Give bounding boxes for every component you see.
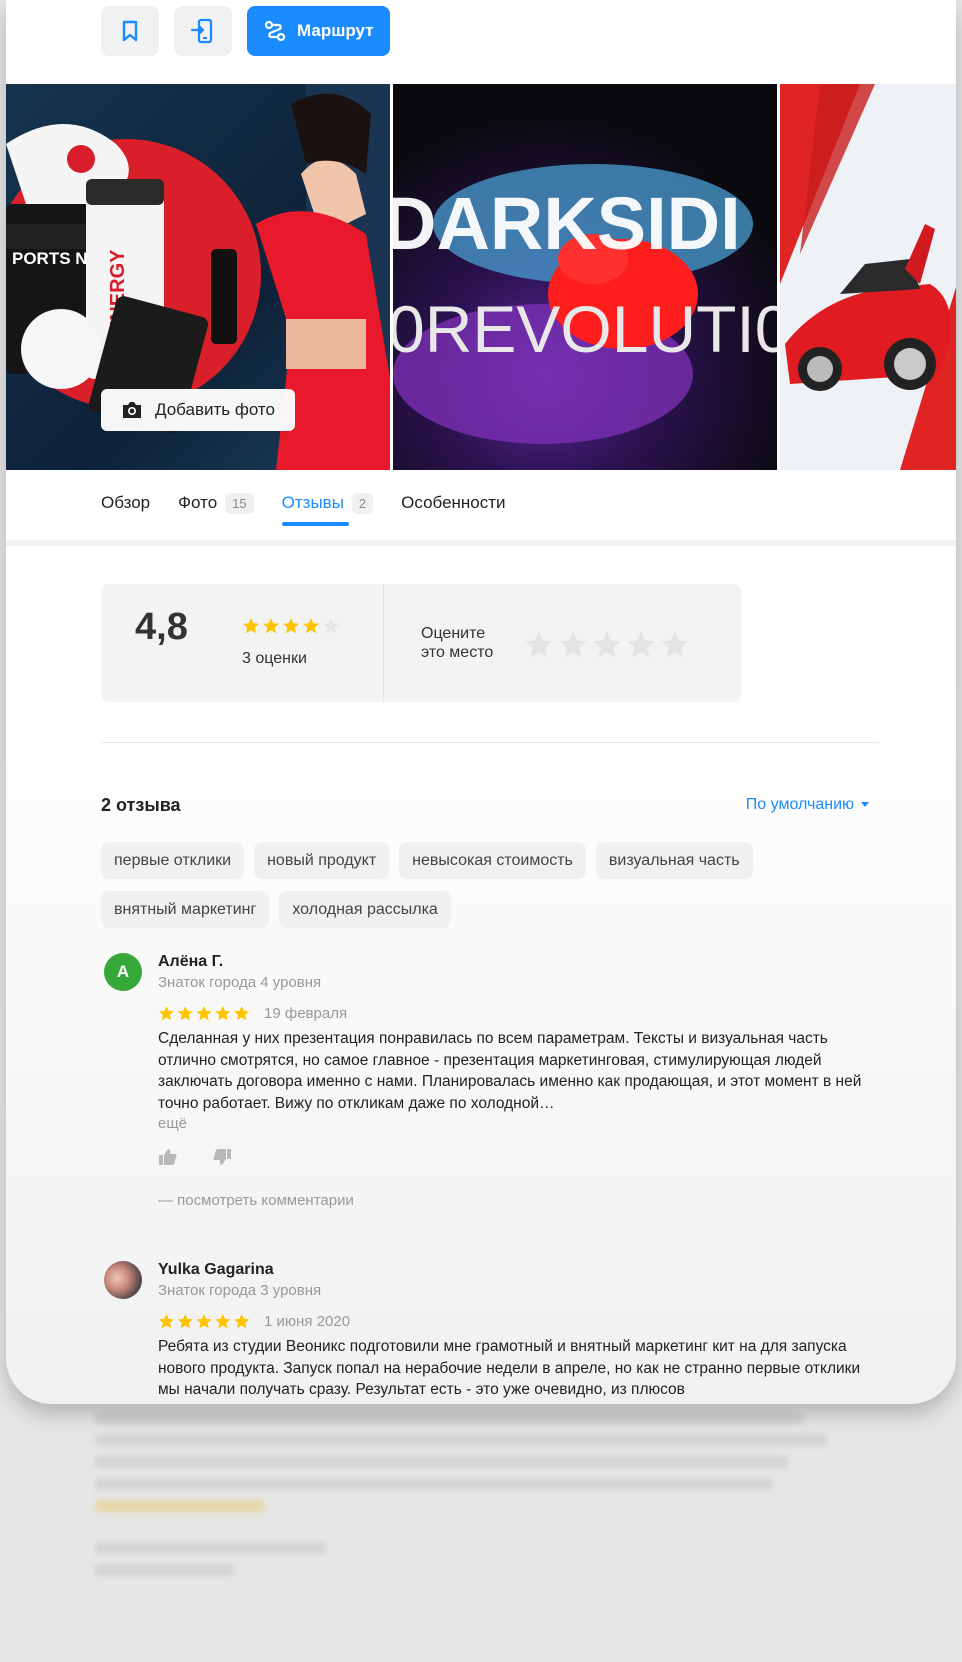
rate-prompt-line2: это место [421,644,494,661]
rate-prompt: Оцените это место [421,624,521,662]
tabs-bar: Обзор Фото 15 Отзывы 2 Особенности [101,478,506,528]
car-illustration [779,84,956,470]
action-toolbar: Маршрут [101,6,390,56]
photo-gallery[interactable]: PORTS NUTRITI ENERGY Добавить фото DARKS… [6,84,956,470]
route-button[interactable]: Маршрут [247,6,390,56]
tab-overview[interactable]: Обзор [101,478,150,528]
add-photo-button[interactable]: Добавить фото [101,389,295,431]
review-date: 19 февраля [264,1005,348,1022]
review-body: Алёна Г. Знаток города 4 уровня 19 февра… [158,953,868,1209]
blurred-line [95,1500,265,1512]
review-date: 1 июня 2020 [264,1313,351,1330]
thumbs-up-icon[interactable] [158,1148,178,1166]
rate-star-5-icon[interactable] [660,630,690,660]
photo-text-darkside: DARKSIDI [393,182,741,265]
tag-chip[interactable]: визуальная часть [595,842,753,879]
tab-photos[interactable]: Фото 15 [178,478,254,528]
rate-place: Оцените это место [384,584,741,702]
place-card: Маршрут PORTS NUTRITI ENERGY Добавить фо… [6,0,956,1404]
rate-star-4-icon[interactable] [626,630,656,660]
tab-label: Фото [178,493,218,512]
rate-star-2-icon[interactable] [558,630,588,660]
tag-chip[interactable]: первые отклики [101,842,245,879]
bookmark-button[interactable] [101,6,159,56]
avatar[interactable]: А [104,953,142,991]
reviewer-level: Знаток города 4 уровня [158,974,322,991]
reviewer-name[interactable]: Yulka Gagarina [158,1261,868,1279]
tag-chip[interactable]: новый продукт [254,842,390,879]
reviewer-level: Знаток города 3 уровня [158,1282,322,1299]
blurred-line [95,1542,326,1554]
tab-count: 2 [351,492,374,514]
tab-count: 15 [225,492,254,514]
blurred-line [95,1412,804,1424]
blurred-line [95,1456,788,1468]
review-reactions [158,1148,868,1166]
view-comments-link[interactable]: — посмотреть комментарии [158,1192,868,1209]
review-body: Yulka Gagarina Знаток города 3 уровня 1 … [158,1261,868,1401]
camera-icon [123,402,141,418]
rating-summary: 4,8 3 оценки Оцените это место [101,584,741,702]
tag-chip[interactable]: холодная рассылка [279,891,451,928]
review-meta: 1 июня 2020 [158,1313,868,1330]
sort-dropdown[interactable]: По умолчанию [746,796,870,814]
read-more-link[interactable]: ещё [158,1115,868,1132]
rating-value: 4,8 [135,606,188,648]
review-meta: 19 февраля [158,1005,868,1022]
rate-star-1-icon[interactable] [524,630,554,660]
blurred-line [95,1564,234,1576]
blurred-line [95,1434,827,1446]
sort-label: По умолчанию [745,796,854,813]
tag-chip[interactable]: внятный маркетинг [101,891,270,928]
review-stars-icon [158,1313,250,1329]
route-button-label: Маршрут [297,21,374,40]
darkside-illustration: DARKSIDI 0REVOLUTI0 [392,164,777,444]
tab-label: Отзывы [281,493,344,512]
rate-stars[interactable] [524,630,690,660]
rating-count: 3 оценки [242,650,307,667]
tab-label: Обзор [101,493,151,512]
thumbs-down-icon[interactable] [212,1148,232,1166]
blurred-line [95,1478,773,1490]
tab-reviews[interactable]: Отзывы 2 [281,478,374,528]
tab-label: Особенности [401,493,506,512]
tag-chip[interactable]: невысокая стоимость [399,842,586,879]
avatar[interactable] [104,1261,142,1299]
tabs-divider [6,540,956,546]
bookmark-icon [122,20,138,42]
send-to-phone-button[interactable] [174,6,232,56]
rating-stars [242,617,342,640]
photo-car[interactable] [779,84,956,470]
add-photo-label: Добавить фото [155,400,275,419]
photo-text-revolution: 0REVOLUTI0 [393,292,777,366]
blurred-content [95,1412,865,1586]
tab-features[interactable]: Особенности [401,478,505,528]
rating-overall: 4,8 3 оценки [101,584,384,702]
rate-prompt-line1: Оцените [421,625,486,642]
review-stars-icon [158,1005,250,1021]
card-corner [896,0,956,60]
review-text: Сделанная у них презентация понравилась … [158,1030,862,1112]
reviews-title: 2 отзыва [101,795,181,815]
photo-darkside[interactable]: DARKSIDI 0REVOLUTI0 [392,84,777,470]
send-to-phone-icon [190,18,213,44]
reviewer-name[interactable]: Алёна Г. [158,953,868,971]
chevron-down-icon [861,802,869,807]
photo-sports-nutrition[interactable]: PORTS NUTRITI ENERGY Добавить фото [6,84,390,470]
review-tags: первые отклики новый продукт невысокая с… [101,842,841,928]
review-text: Ребята из студии Веоникс подготовили мне… [158,1338,861,1398]
route-icon [264,20,286,42]
section-divider [101,742,879,743]
rate-star-3-icon[interactable] [592,630,622,660]
rating-stars-icon [243,618,339,634]
